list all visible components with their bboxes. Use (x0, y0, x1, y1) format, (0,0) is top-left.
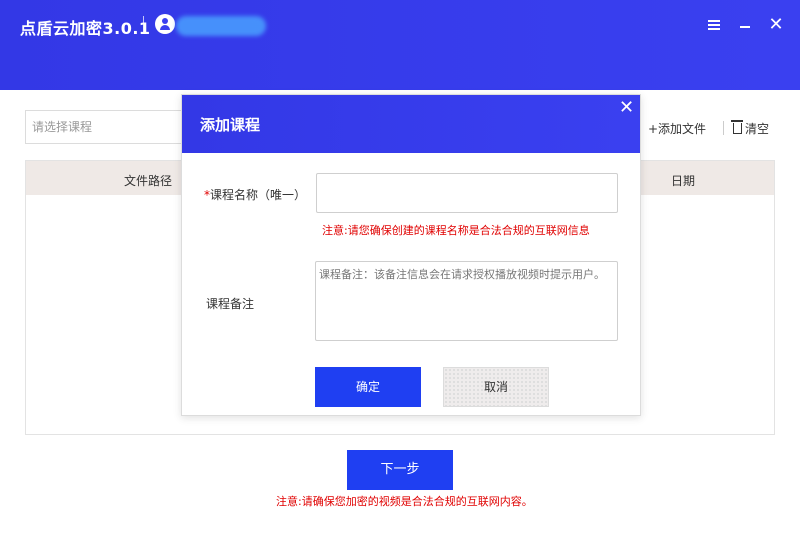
add-file-button[interactable]: +添加文件 (648, 120, 706, 137)
title-bar: 点盾云加密3.0.1 ✕ (0, 0, 800, 90)
dialog-close-icon[interactable]: ✕ (619, 97, 634, 118)
user-name-redacted (176, 16, 266, 36)
clear-label: 清空 (745, 122, 770, 136)
add-course-dialog: 添加课程 ✕ *课程名称（唯一） 注意:请您确保创建的课程名称是合法合规的互联网… (181, 94, 641, 416)
next-step-button[interactable]: 下一步 (347, 450, 453, 490)
course-remark-label: 课程备注 (206, 297, 255, 311)
course-name-label: *课程名称（唯一） (204, 186, 306, 203)
toolbar-divider (723, 121, 724, 135)
bottom-notice: 注意:请确保您加密的视频是合法合规的互联网内容。 (276, 495, 533, 508)
course-name-input[interactable] (316, 173, 618, 213)
title-divider (143, 16, 144, 34)
course-name-notice: 注意:请您确保创建的课程名称是合法合规的互联网信息 (322, 224, 590, 237)
column-header-date: 日期 (671, 174, 696, 188)
clear-button[interactable]: 清空 (731, 120, 770, 137)
confirm-button[interactable]: 确定 (315, 367, 421, 407)
course-name-label-text: 课程名称（唯一） (210, 188, 307, 202)
course-remark-textarea[interactable]: 课程备注：该备注信息会在请求授权播放视频时提示用户。 (315, 261, 618, 341)
trash-icon (731, 120, 743, 134)
user-avatar-icon[interactable] (155, 14, 175, 34)
dialog-title: 添加课程 (200, 116, 261, 134)
app-title: 点盾云加密3.0.1 (20, 19, 151, 38)
course-select[interactable]: 请选择课程 (25, 110, 185, 144)
column-header-path: 文件路径 (124, 174, 173, 188)
close-icon[interactable]: ✕ (765, 14, 787, 36)
menu-icon[interactable] (703, 14, 725, 36)
dialog-header: 添加课程 ✕ (182, 95, 640, 153)
cancel-button[interactable]: 取消 (443, 367, 549, 407)
minimize-icon[interactable] (734, 14, 756, 36)
